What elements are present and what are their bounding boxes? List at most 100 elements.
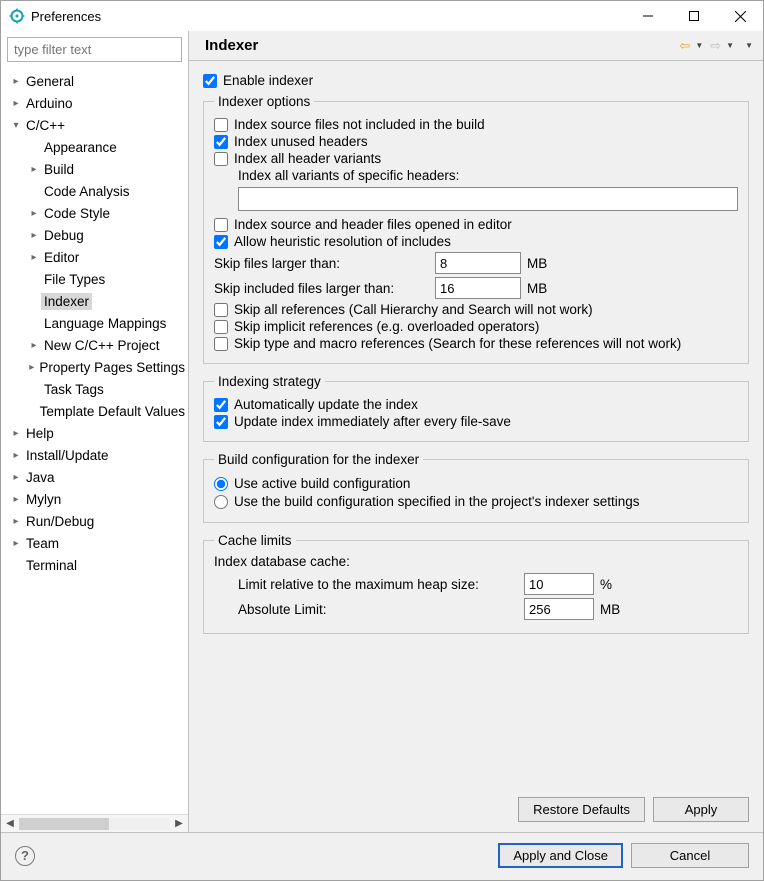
chevron-right-icon[interactable]: ▸ [27,362,36,373]
tree-item-run-debug[interactable]: ▸Run/Debug [1,510,188,532]
skip-all-refs-label: Skip all references (Call Hierarchy and … [234,302,593,317]
chevron-right-icon[interactable]: ▸ [27,230,41,241]
tree-item-c-c-[interactable]: ▾C/C++ [1,114,188,136]
tree-item-file-types[interactable]: File Types [1,268,188,290]
tree-item-template-default-values[interactable]: Template Default Values [1,400,188,422]
skip-implicit-refs-checkbox[interactable] [214,320,228,334]
chevron-right-icon[interactable]: ▸ [9,98,23,109]
tree-item-indexer[interactable]: Indexer [1,290,188,312]
restore-defaults-button[interactable]: Restore Defaults [518,797,645,822]
tree-item-team[interactable]: ▸Team [1,532,188,554]
apply-button[interactable]: Apply [653,797,749,822]
chevron-right-icon[interactable]: ▸ [9,472,23,483]
nav-back-icon[interactable]: ⇦ [677,38,692,54]
tree-item-appearance[interactable]: Appearance [1,136,188,158]
chevron-right-icon[interactable]: ▸ [9,516,23,527]
db-cache-label: Index database cache: [214,554,738,569]
update-after-save-checkbox[interactable] [214,415,228,429]
indexing-strategy-legend: Indexing strategy [214,374,325,389]
tree-item-java[interactable]: ▸Java [1,466,188,488]
skip-files-unit: MB [527,256,547,271]
tree-item-arduino[interactable]: ▸Arduino [1,92,188,114]
allow-heuristic-label: Allow heuristic resolution of includes [234,234,451,249]
tree-item-code-analysis[interactable]: Code Analysis [1,180,188,202]
tree-item-label: New C/C++ Project [41,337,163,354]
tree-item-new-c-c-project[interactable]: ▸New C/C++ Project [1,334,188,356]
tree-item-editor[interactable]: ▸Editor [1,246,188,268]
index-unused-headers-label: Index unused headers [234,134,368,149]
allow-heuristic-checkbox[interactable] [214,235,228,249]
skip-included-label: Skip included files larger than: [214,281,429,296]
tree-item-label: Run/Debug [23,513,97,530]
auto-update-checkbox[interactable] [214,398,228,412]
index-opened-checkbox[interactable] [214,218,228,232]
abs-limit-input[interactable] [524,598,594,620]
specific-headers-input[interactable] [238,187,738,211]
tree-item-code-style[interactable]: ▸Code Style [1,202,188,224]
chevron-right-icon[interactable]: ▸ [27,252,41,263]
apply-and-close-button[interactable]: Apply and Close [498,843,623,868]
maximize-button[interactable] [671,1,717,31]
skip-implicit-refs-label: Skip implicit references (e.g. overloade… [234,319,539,334]
window-title: Preferences [31,9,101,24]
tree-item-build[interactable]: ▸Build [1,158,188,180]
chevron-right-icon[interactable]: ▸ [9,538,23,549]
tree-item-debug[interactable]: ▸Debug [1,224,188,246]
indexing-strategy-group: Indexing strategy Automatically update t… [203,374,749,442]
nav-forward-icon[interactable]: ⇨ [708,38,723,54]
tree-item-label: Java [23,469,58,486]
enable-indexer-checkbox[interactable] [203,74,217,88]
tree-item-mylyn[interactable]: ▸Mylyn [1,488,188,510]
skip-all-refs-checkbox[interactable] [214,303,228,317]
chevron-right-icon[interactable]: ▸ [27,208,41,219]
tree-hscrollbar[interactable]: ◀ ▶ [1,814,188,832]
tree-item-install-update[interactable]: ▸Install/Update [1,444,188,466]
skip-included-unit: MB [527,281,547,296]
chevron-right-icon[interactable]: ▸ [9,428,23,439]
tree-item-task-tags[interactable]: Task Tags [1,378,188,400]
app-icon [9,8,25,24]
scroll-thumb[interactable] [19,818,109,830]
indexer-options-group: Indexer options Index source files not i… [203,94,749,364]
skip-type-macro-refs-checkbox[interactable] [214,337,228,351]
page-title: Indexer [205,37,677,54]
filter-input[interactable] [7,37,182,62]
use-project-radio[interactable] [214,495,228,509]
tree-item-general[interactable]: ▸General [1,70,188,92]
chevron-right-icon[interactable]: ▸ [27,340,41,351]
tree-item-label: File Types [41,271,108,288]
chevron-right-icon[interactable]: ▸ [9,76,23,87]
chevron-right-icon[interactable]: ▸ [27,164,41,175]
chevron-down-icon[interactable]: ▾ [9,120,23,131]
cache-limits-legend: Cache limits [214,533,296,548]
tree-item-label: Mylyn [23,491,64,508]
scroll-right-icon[interactable]: ▶ [170,818,188,829]
cancel-button[interactable]: Cancel [631,843,749,868]
tree-item-label: Team [23,535,62,552]
build-config-group: Build configuration for the indexer Use … [203,452,749,523]
nav-back-menu[interactable]: ▼ [694,41,706,50]
scroll-left-icon[interactable]: ◀ [1,818,19,829]
tree-item-property-pages-settings[interactable]: ▸Property Pages Settings [1,356,188,378]
skip-included-input[interactable] [435,277,521,299]
index-source-not-in-build-checkbox[interactable] [214,118,228,132]
index-all-header-variants-checkbox[interactable] [214,152,228,166]
chevron-right-icon[interactable]: ▸ [9,494,23,505]
use-active-radio[interactable] [214,477,228,491]
rel-limit-input[interactable] [524,573,594,595]
preference-tree[interactable]: ▸General▸Arduino▾C/C++Appearance▸BuildCo… [1,68,188,814]
tree-item-help[interactable]: ▸Help [1,422,188,444]
tree-item-terminal[interactable]: Terminal [1,554,188,576]
chevron-right-icon[interactable]: ▸ [9,450,23,461]
minimize-button[interactable] [625,1,671,31]
nav-forward-menu[interactable]: ▼ [725,41,737,50]
build-config-legend: Build configuration for the indexer [214,452,423,467]
tree-item-label: Indexer [41,293,92,310]
skip-files-input[interactable] [435,252,521,274]
tree-item-language-mappings[interactable]: Language Mappings [1,312,188,334]
index-unused-headers-checkbox[interactable] [214,135,228,149]
close-button[interactable] [717,1,763,31]
page-menu-icon[interactable]: ▼ [739,41,753,50]
help-icon[interactable]: ? [15,846,35,866]
index-all-header-variants-label: Index all header variants [234,151,381,166]
